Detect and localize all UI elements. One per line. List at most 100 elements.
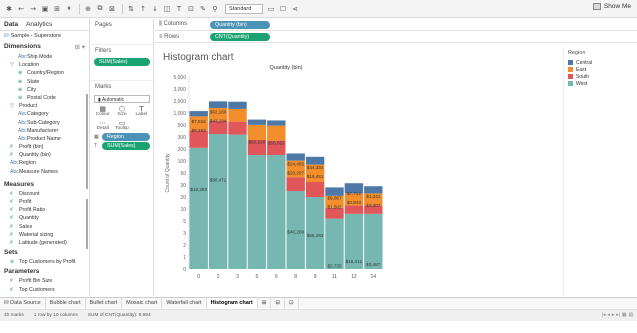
list-view-icon[interactable]: ▤	[628, 313, 633, 318]
show-me-button[interactable]: Show Me	[592, 3, 631, 10]
measure-item[interactable]: # Profit Ratio	[0, 206, 89, 214]
tab-data-source[interactable]: ⛁ Data Source	[0, 297, 46, 309]
dimension-item[interactable]: Abc Manufacturer	[0, 127, 89, 135]
legend-item[interactable]: South	[564, 73, 637, 80]
measure-item[interactable]: # Latitude (generated)	[0, 239, 89, 247]
y-tick-label: 100	[178, 159, 187, 165]
dimensions-menu-icon[interactable]: ⊞ ▾	[74, 43, 85, 51]
grid-view-icon[interactable]: ▦	[622, 313, 627, 318]
field-type-icon: #	[10, 199, 13, 205]
dimension-label: Product	[19, 103, 38, 110]
present-icon[interactable]: ▭	[266, 3, 276, 15]
dimension-item[interactable]: Abc Sub-Category	[0, 119, 89, 127]
prev-page-icon[interactable]: ◂	[607, 313, 609, 318]
tab-waterfall-chart[interactable]: Waterfall chart	[162, 297, 207, 309]
columns-pill[interactable]: Quantity (bin)	[210, 20, 270, 29]
tab-bullet-chart[interactable]: Bullet chart	[86, 297, 123, 309]
mark-type-select[interactable]: ▮ Automatic	[94, 95, 150, 103]
pages-card[interactable]: Pages	[91, 19, 153, 45]
tooltip-icon[interactable]: ☐	[278, 3, 288, 15]
y-tick-label: 10	[180, 207, 186, 213]
dimension-item[interactable]: Abc Ship Mode	[0, 53, 89, 61]
new-dashboard-tab-icon[interactable]: ⊟	[271, 297, 285, 309]
swap-icon[interactable]: ⇅	[126, 3, 136, 15]
dimension-item[interactable]: Abc Region	[0, 159, 89, 167]
save-icon[interactable]: ▣	[40, 3, 50, 15]
tab-bubble-chart[interactable]: Bubble chart	[46, 297, 86, 309]
label-icon[interactable]: T	[174, 3, 184, 15]
legend-item[interactable]: East	[564, 66, 637, 73]
legend-item[interactable]: Central	[564, 59, 637, 66]
dimension-item[interactable]: ⊕ Country/Region	[0, 69, 89, 77]
region-pill[interactable]: Region	[102, 133, 150, 141]
bar-data-label: $2,735	[327, 263, 341, 268]
tab-data[interactable]: Data	[0, 19, 22, 30]
dimension-item[interactable]: # Quantity (bin)	[0, 151, 89, 159]
parameter-item[interactable]: # Top Customers	[0, 286, 89, 294]
datasource-icon: ⛁	[4, 33, 9, 39]
fit-select[interactable]: Standard	[225, 3, 263, 14]
measures-scrollbar[interactable]	[86, 199, 88, 249]
pin-icon[interactable]: ⚲	[210, 3, 220, 15]
new-sheet-icon[interactable]: ⊕	[83, 3, 93, 15]
detail-button[interactable]: ⋯ Detail	[94, 119, 111, 131]
fix-axes-icon[interactable]: ⊡	[186, 3, 196, 15]
viz-area: Histogram chart Quantity (bin) 0 1 2 3 5 10 20 3…	[155, 47, 562, 296]
sort-asc-icon[interactable]: ↑	[138, 3, 148, 15]
size-label: Size	[117, 112, 127, 117]
histogram-chart[interactable]: Quantity (bin)01235102030501002003005001…	[155, 47, 562, 296]
parameter-item[interactable]: # Profit Bin Size	[0, 277, 89, 285]
new-story-tab-icon[interactable]: ⊡	[285, 297, 299, 309]
tooltip-button[interactable]: ▭ Tooltip	[113, 119, 130, 131]
label-button[interactable]: T Label	[133, 105, 150, 117]
sort-desc-icon[interactable]: ↓	[150, 3, 160, 15]
sum-sales-pill[interactable]: SUM(Sales)	[102, 142, 150, 150]
size-button[interactable]: ⬡ Size	[113, 105, 130, 117]
measure-item[interactable]: # Profit	[0, 198, 89, 206]
dimension-item[interactable]: ⊕ City	[0, 86, 89, 94]
set-item[interactable]: ⊚ Top Customers by Profit	[0, 258, 89, 266]
last-page-icon[interactable]: ▸|	[616, 313, 620, 318]
x-tick-label: 9	[314, 274, 317, 280]
share-icon[interactable]: ⋖	[290, 3, 300, 15]
bar-segment	[364, 186, 383, 194]
tab-analytics[interactable]: Analytics	[22, 19, 56, 30]
dimension-item[interactable]: Abc Measure Names	[0, 168, 89, 176]
dimensions-scrollbar[interactable]	[86, 94, 88, 189]
rows-pill[interactable]: CNT(Quantity)	[210, 32, 270, 41]
filter-pill[interactable]: SUM(Sales)	[94, 58, 150, 66]
toolbar-divider	[122, 3, 123, 14]
measure-item[interactable]: # Sales	[0, 223, 89, 231]
dimension-item[interactable]: Abc Category	[0, 110, 89, 118]
dimension-item[interactable]: # Profit (bin)	[0, 143, 89, 151]
tableau-icon[interactable]: ✱	[4, 3, 14, 15]
new-sheet-tab-icon[interactable]: ⊞	[258, 297, 272, 309]
first-page-icon[interactable]: |◂	[602, 313, 606, 318]
dimension-item[interactable]: ⊕ State	[0, 78, 89, 86]
datasource-item[interactable]: ⛁ Sample - Superstore	[0, 31, 89, 41]
new-datasource-icon[interactable]: ⊞	[52, 3, 62, 15]
tab-histogram-chart[interactable]: Histogram chart	[206, 297, 258, 309]
next-page-icon[interactable]: ▸	[612, 313, 614, 318]
dimension-item[interactable]: ▽ Location	[0, 61, 89, 69]
tab-mosaic-chart[interactable]: Mosaic chart	[122, 297, 163, 309]
rows-shelf[interactable]: ≡ Rows CNT(Quantity)	[155, 31, 637, 43]
dimension-item[interactable]: ▽ Product	[0, 102, 89, 110]
group-icon[interactable]: ◫	[162, 3, 172, 15]
clear-icon[interactable]: ⊠	[107, 3, 117, 15]
dimension-item[interactable]: Abc Product Name	[0, 135, 89, 143]
dimension-item[interactable]: ⊕ Postal Code	[0, 94, 89, 102]
measure-item[interactable]: # Quantity	[0, 214, 89, 222]
x-tick-label: 14	[371, 274, 377, 280]
highlight-icon[interactable]: ✎	[198, 3, 208, 15]
pause-icon[interactable]: ⏸	[64, 3, 74, 15]
forward-icon[interactable]: →	[28, 3, 38, 15]
measure-item[interactable]: # Waterial sizing	[0, 231, 89, 239]
bar-data-label: $3,487	[366, 262, 380, 267]
measure-item[interactable]: # Discount	[0, 190, 89, 198]
legend-item[interactable]: West	[564, 80, 637, 87]
columns-shelf[interactable]: ⫼ Columns Quantity (bin)	[155, 19, 637, 31]
colour-button[interactable]: ▦ Colour	[94, 105, 111, 117]
duplicate-icon[interactable]: ⧉	[95, 3, 105, 15]
back-icon[interactable]: ←	[16, 3, 26, 15]
